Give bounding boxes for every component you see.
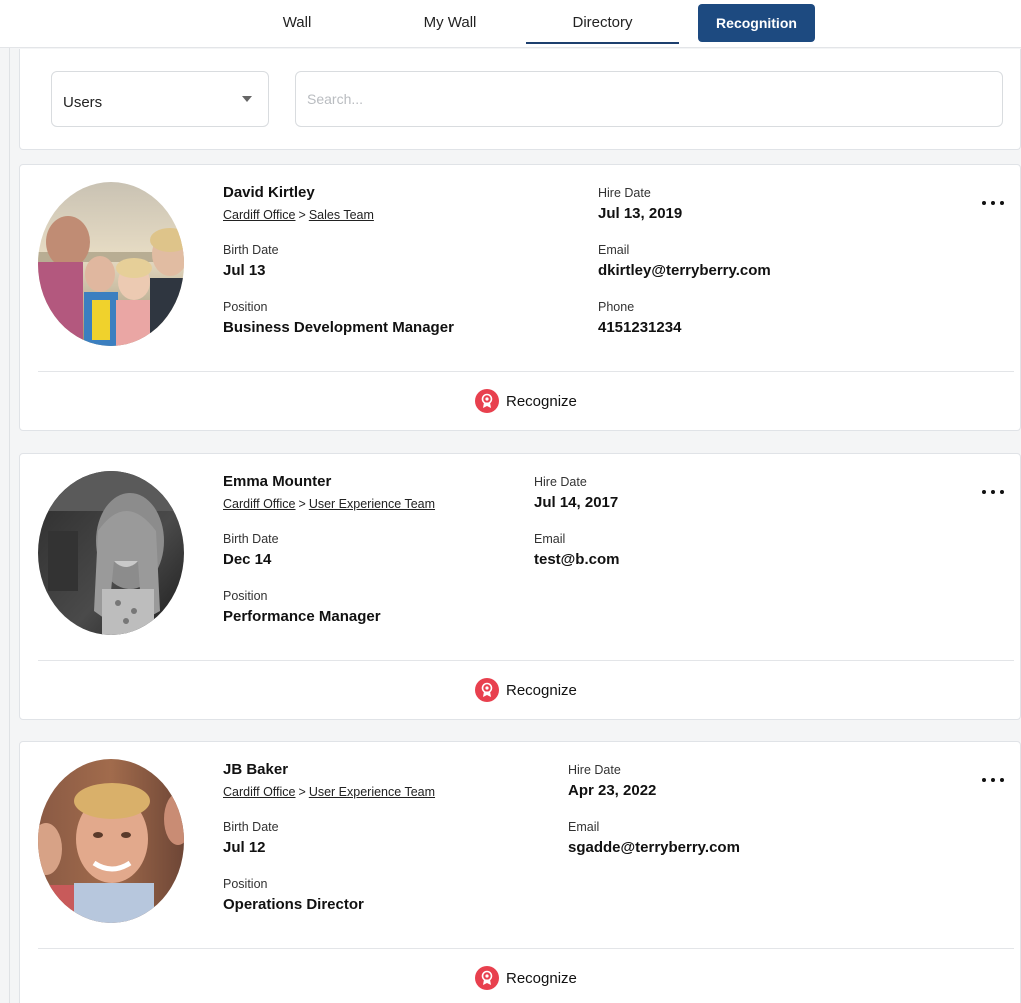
recognize-button[interactable]: Recognize: [475, 966, 577, 990]
award-ribbon-icon: [475, 678, 499, 702]
user-type-select[interactable]: Users: [51, 71, 269, 127]
more-options-icon[interactable]: [982, 484, 1004, 500]
tab-recognition-button[interactable]: Recognition: [698, 4, 815, 42]
recognize-button[interactable]: Recognize: [475, 678, 577, 702]
position-label: Position: [223, 589, 268, 603]
recognize-label: Recognize: [506, 392, 577, 410]
user-name: Emma Mounter: [223, 473, 332, 490]
hire-date-value: Jul 13, 2019: [598, 205, 683, 222]
team-link[interactable]: Sales Team: [309, 208, 374, 222]
team-link[interactable]: User Experience Team: [309, 497, 435, 511]
email-label: Email: [568, 820, 600, 834]
breadcrumb-separator: >: [298, 497, 306, 511]
user-name: JB Baker: [223, 761, 289, 778]
user-card: Emma Mounter Cardiff Office > User Experie…: [19, 453, 1021, 720]
avatar[interactable]: [38, 182, 184, 346]
hire-date-value: Jul 14, 2017: [534, 494, 619, 511]
divider: [38, 660, 1014, 661]
divider: [38, 371, 1014, 372]
position-label: Position: [223, 300, 268, 314]
search-input[interactable]: [295, 71, 1003, 127]
filter-bar: Users: [19, 49, 1021, 150]
recognize-button[interactable]: Recognize: [475, 389, 577, 413]
tab-directory[interactable]: Directory: [526, 0, 679, 46]
team-link[interactable]: User Experience Team: [309, 785, 435, 799]
divider: [38, 948, 1014, 949]
email-value: test@b.com: [534, 551, 620, 568]
user-type-select-value: Users: [63, 94, 103, 111]
hire-date-label: Hire Date: [534, 475, 587, 489]
chevron-down-icon: [242, 96, 252, 102]
birth-date-value: Dec 14: [223, 551, 272, 568]
left-sidebar-edge: [0, 48, 10, 1003]
phone-value: 4151231234: [598, 319, 682, 336]
hire-date-label: Hire Date: [568, 763, 621, 777]
award-ribbon-icon: [475, 966, 499, 990]
user-card: JB Baker Cardiff Office > User Experience …: [19, 741, 1021, 1003]
position-value: Business Development Manager: [223, 319, 454, 336]
top-navigation: Wall My Wall Directory Recognition: [0, 0, 1021, 48]
email-label: Email: [534, 532, 566, 546]
birth-date-label: Birth Date: [223, 820, 279, 834]
office-link[interactable]: Cardiff Office: [223, 785, 296, 799]
award-ribbon-icon: [475, 389, 499, 413]
office-link[interactable]: Cardiff Office: [223, 497, 296, 511]
tab-wall[interactable]: Wall: [262, 0, 332, 46]
birth-date-label: Birth Date: [223, 532, 279, 546]
email-value: dkirtley@terryberry.com: [598, 262, 771, 279]
email-value: sgadde@terryberry.com: [568, 839, 740, 856]
position-value: Operations Director: [223, 896, 364, 913]
email-label: Email: [598, 243, 630, 257]
breadcrumb-separator: >: [298, 208, 306, 222]
breadcrumb: Cardiff Office > Sales Team: [223, 208, 374, 222]
position-label: Position: [223, 877, 268, 891]
user-card: David Kirtley Cardiff Office > Sales Team …: [19, 164, 1021, 431]
office-link[interactable]: Cardiff Office: [223, 208, 296, 222]
hire-date-value: Apr 23, 2022: [568, 782, 657, 799]
birth-date-value: Jul 12: [223, 839, 266, 856]
avatar[interactable]: [38, 759, 184, 923]
user-name: David Kirtley: [223, 184, 315, 201]
breadcrumb: Cardiff Office > User Experience Team: [223, 497, 435, 511]
birth-date-value: Jul 13: [223, 262, 266, 279]
breadcrumb: Cardiff Office > User Experience Team: [223, 785, 435, 799]
birth-date-label: Birth Date: [223, 243, 279, 257]
more-options-icon[interactable]: [982, 195, 1004, 211]
breadcrumb-separator: >: [298, 785, 306, 799]
tab-my-wall[interactable]: My Wall: [405, 0, 495, 46]
position-value: Performance Manager: [223, 608, 381, 625]
recognize-label: Recognize: [506, 969, 577, 987]
avatar[interactable]: [38, 471, 184, 635]
phone-label: Phone: [598, 300, 635, 314]
recognize-label: Recognize: [506, 681, 577, 699]
more-options-icon[interactable]: [982, 772, 1004, 788]
hire-date-label: Hire Date: [598, 186, 651, 200]
